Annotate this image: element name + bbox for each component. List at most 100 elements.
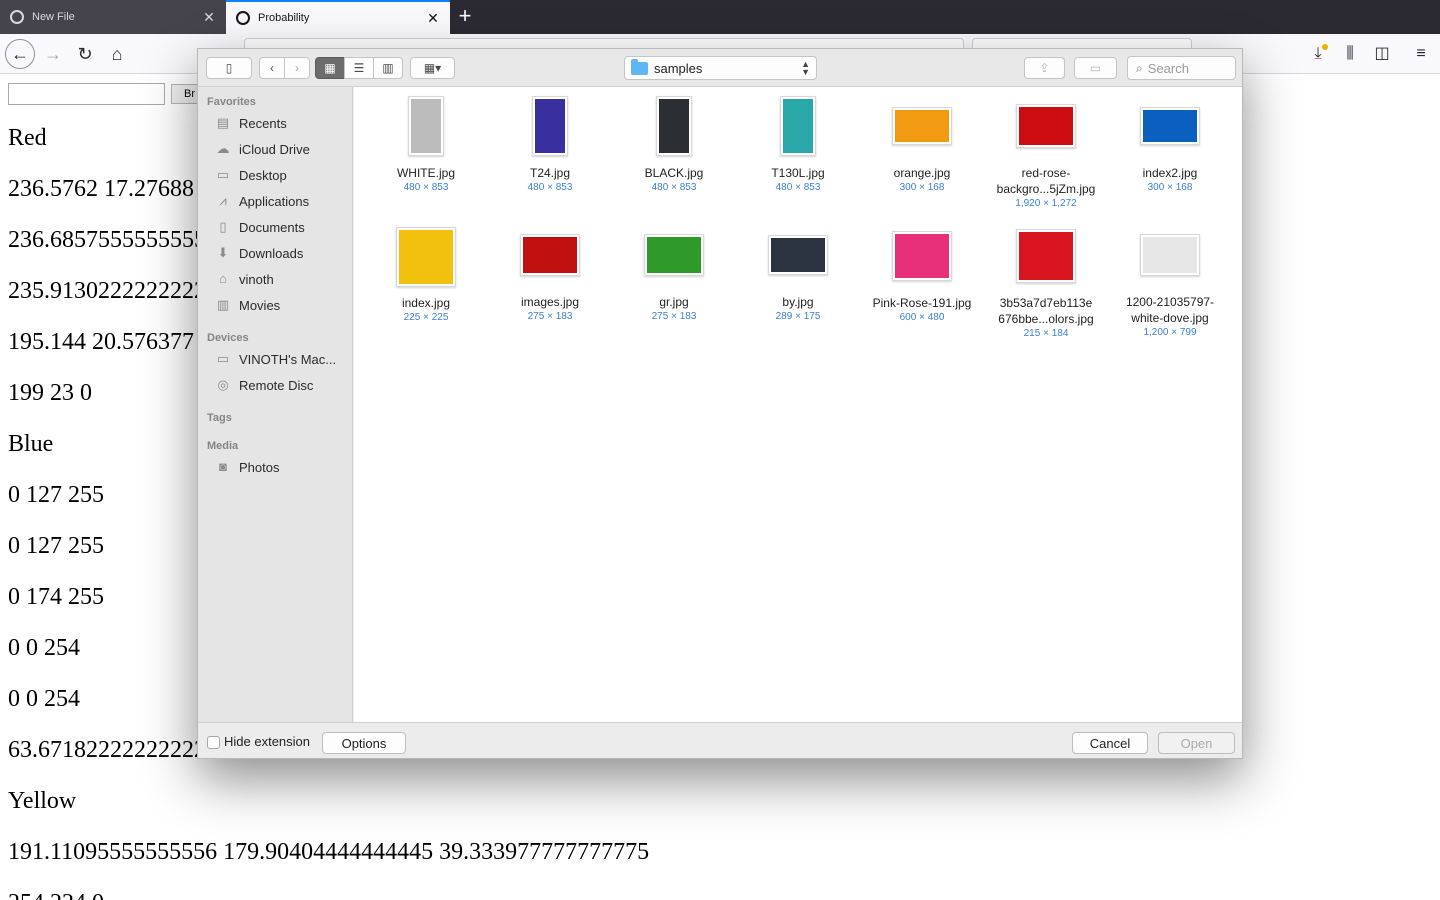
thumbnail-image [1143, 110, 1197, 142]
share-icon[interactable]: ⇪ [1024, 57, 1065, 79]
output-line: 254 224 0 [8, 890, 104, 900]
tab-new-file[interactable]: New File ✕ [0, 0, 226, 34]
close-tab-icon[interactable]: ✕ [202, 9, 216, 26]
output-line: 63.67182222222222 [8, 737, 206, 763]
file-dimensions: 1,920 × 1,272 [1015, 198, 1077, 209]
file-input-field[interactable] [8, 83, 165, 105]
file-name: gr.jpg [659, 295, 689, 309]
sidebar-icon[interactable]: ◫ [1371, 43, 1393, 65]
thumbnail-image [399, 230, 453, 284]
sidebar-item-label: Documents [239, 219, 305, 235]
file-dimensions: 480 × 853 [403, 182, 449, 193]
thumbnail-image [647, 237, 701, 273]
cancel-button[interactable]: Cancel [1072, 732, 1148, 754]
output-line: 236.5762 17.27688 [8, 176, 194, 202]
file-thumbnail [520, 234, 580, 276]
file-name: BLACK.jpg [644, 166, 704, 180]
sidebar-item-downloads[interactable]: ⬇ Downloads [215, 242, 350, 264]
tab-label: New File [32, 11, 75, 23]
home-icon[interactable]: ⌂ [102, 39, 132, 69]
back-arrow-icon[interactable]: ← [5, 39, 35, 69]
sidebar-item-remote-disc[interactable]: ◎ Remote Disc [215, 374, 350, 396]
file-name: 3b53a7d7eb113e 676bbe...olors.jpg [998, 296, 1094, 326]
sidebar-item-applications[interactable]: ⩘ Applications [215, 190, 350, 212]
sidebar-item-label: VINOTH's Mac... [239, 351, 337, 367]
file-item-pink-rose[interactable]: Pink-Rose-191.jpg 600 × 480 [860, 231, 984, 325]
tab-probability[interactable]: Probability ✕ [226, 0, 450, 34]
search-field[interactable]: ⌕ Search [1127, 56, 1236, 80]
close-tab-icon[interactable]: ✕ [426, 10, 440, 27]
chevron-right-icon[interactable]: › [284, 57, 310, 79]
file-name: orange.jpg [893, 166, 951, 180]
tag-icon[interactable]: ▭ [1074, 57, 1117, 79]
file-dimensions: 480 × 853 [775, 182, 821, 193]
file-dimensions: 300 × 168 [1147, 182, 1193, 193]
file-item-hearts[interactable]: 3b53a7d7eb113e 676bbe...olors.jpg 215 × … [984, 229, 1108, 341]
sidebar-toggle-icon[interactable]: ▯ [206, 57, 252, 79]
sidebar-item-label: Downloads [239, 245, 304, 261]
file-thumbnail [780, 96, 816, 156]
sidebar-item-movies[interactable]: ▥ Movies [215, 294, 350, 316]
file-item-by[interactable]: by.jpg 289 × 175 [736, 235, 860, 324]
sidebar-item-label: Movies [239, 297, 281, 313]
file-item-index2[interactable]: index2.jpg 300 × 168 [1108, 107, 1232, 195]
arrange-menu-icon[interactable]: ▦▾ [410, 57, 455, 79]
chevron-left-icon[interactable]: ‹ [259, 57, 285, 79]
file-item-white[interactable]: WHITE.jpg 480 × 853 [364, 96, 488, 195]
thumbnail-image [783, 99, 813, 153]
updown-arrows-icon: ▲ ▼ [801, 59, 810, 77]
file-dimensions: 289 × 175 [775, 311, 821, 322]
file-item-black[interactable]: BLACK.jpg 480 × 853 [612, 96, 736, 195]
file-name: index.jpg [401, 296, 451, 310]
file-item-gr[interactable]: gr.jpg 275 × 183 [612, 234, 736, 324]
open-button[interactable]: Open [1158, 732, 1235, 754]
file-item-orange[interactable]: orange.jpg 300 × 168 [860, 107, 984, 195]
file-name: index2.jpg [1142, 166, 1198, 180]
menu-icon[interactable]: ≡ [1410, 43, 1432, 65]
file-dimensions: 215 × 184 [1023, 328, 1069, 339]
sidebar-item-icloud[interactable]: ☁ iCloud Drive [215, 138, 350, 160]
reload-icon[interactable]: ↻ [70, 39, 100, 69]
file-grid: WHITE.jpg 480 × 853 T24.jpg 480 × 853 BL… [354, 87, 1242, 722]
forward-arrow-icon[interactable]: → [38, 39, 68, 69]
file-thumbnail [1140, 107, 1200, 145]
sidebar-item-photos[interactable]: ◙ Photos [215, 456, 350, 478]
file-item-t130l[interactable]: T130L.jpg 480 × 853 [736, 96, 860, 195]
file-item-t24[interactable]: T24.jpg 480 × 853 [488, 96, 612, 195]
library-icon[interactable]: ⫼ [1339, 43, 1361, 65]
sidebar-item-label: Photos [239, 459, 280, 475]
sidebar-item-mac[interactable]: ▭ VINOTH's Mac... [215, 348, 350, 370]
github-icon [236, 11, 250, 25]
options-button[interactable]: Options [322, 732, 406, 754]
file-item-images[interactable]: images.jpg 275 × 183 [488, 234, 612, 324]
location-popup[interactable]: samples ▲ ▼ [624, 56, 817, 80]
file-open-dialog: ▯ ‹ › ▦ ☰ ▥ ▦▾ samples ▲ ▼ ⇪ ▭ ⌕ Search F… [197, 48, 1243, 759]
sidebar-item-label: iCloud Drive [239, 141, 310, 157]
file-item-white-dove[interactable]: 1200-21035797- white-dove.jpg 1,200 × 79… [1108, 234, 1232, 340]
hide-extension-checkbox[interactable] [207, 736, 220, 749]
icon-view-icon[interactable]: ▦ [315, 57, 345, 79]
sidebar-item-documents[interactable]: ▯ Documents [215, 216, 350, 238]
dialog-footer: Hide extension Options Cancel Open [198, 722, 1242, 758]
output-line: 0 127 255 [8, 482, 104, 508]
file-item-red-rose[interactable]: red-rose- backgro...5jZm.jpg 1,920 × 1,2… [984, 104, 1108, 211]
file-thumbnail [656, 96, 692, 156]
output-line: 191.11095555555556 179.90404444444445 39… [8, 839, 650, 865]
column-view-icon[interactable]: ▥ [373, 57, 403, 79]
sidebar-item-recents[interactable]: ▤ Recents [215, 112, 350, 134]
plus-icon[interactable]: + [450, 0, 480, 34]
dialog-toolbar: ▯ ‹ › ▦ ☰ ▥ ▦▾ samples ▲ ▼ ⇪ ▭ ⌕ Search [198, 49, 1242, 87]
file-name: Pink-Rose-191.jpg [872, 296, 972, 310]
list-view-icon[interactable]: ☰ [344, 57, 374, 79]
file-thumbnail [532, 96, 568, 156]
sidebar-item-desktop[interactable]: ▭ Desktop [215, 164, 350, 186]
sidebar-item-vinoth[interactable]: ⌂ vinoth [215, 268, 350, 290]
browser-tab-strip: New File ✕ Probability ✕ + [0, 0, 1440, 34]
output-line: 0 0 254 [8, 686, 80, 712]
file-dimensions: 275 × 183 [527, 311, 573, 322]
output-line: 195.144 20.576377 [8, 329, 194, 355]
sidebar-item-label: Desktop [239, 167, 287, 183]
file-thumbnail [1140, 234, 1200, 276]
document-icon: ▯ [219, 219, 227, 234]
file-item-index[interactable]: index.jpg 225 × 225 [364, 227, 488, 325]
